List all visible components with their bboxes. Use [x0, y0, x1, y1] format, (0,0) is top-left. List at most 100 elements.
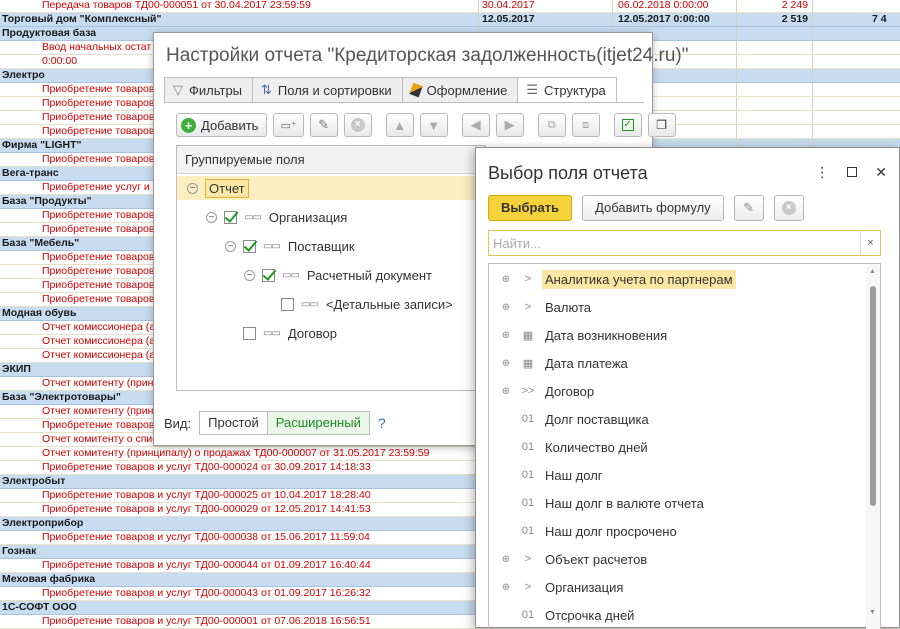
- edit-button[interactable]: ✎: [309, 113, 338, 137]
- field-list-item[interactable]: ⊕ >> Договор: [489, 377, 859, 405]
- tab-structure[interactable]: ☰ Структура: [517, 77, 617, 103]
- tab-label: Фильтры: [189, 82, 243, 98]
- window-button[interactable]: ❐: [647, 113, 676, 137]
- field-list-item[interactable]: 01 Количество дней: [489, 433, 859, 461]
- move-left-button[interactable]: ◀: [461, 113, 490, 137]
- expand-icon[interactable]: ⊕: [495, 274, 517, 285]
- more-icon[interactable]: ⋮: [815, 164, 829, 181]
- report-cell: Торговый дом "Комплексный": [2, 13, 162, 25]
- field-list-item[interactable]: ⊕ > Объект расчетов: [489, 545, 859, 573]
- pencil-icon: ✎: [318, 117, 330, 132]
- delete-button[interactable]: ×: [343, 113, 372, 137]
- clear-search-icon[interactable]: ×: [860, 231, 880, 255]
- tree-row[interactable]: − Отчет: [177, 176, 485, 200]
- tab-divider: [164, 102, 644, 103]
- expand-icon[interactable]: ⊕: [495, 302, 517, 313]
- ungroup-button[interactable]: ⧈: [571, 113, 600, 137]
- report-cell: Приобретение товаров и услуг ТД00-000038…: [42, 531, 370, 543]
- scroll-down-icon[interactable]: ▼: [869, 609, 876, 616]
- report-cell: Приобретение товаров: [42, 209, 155, 221]
- view-mode: Вид: Простой Расширенный ?: [164, 411, 386, 435]
- tree-row[interactable]: ▭▭ Договор: [177, 321, 485, 345]
- column-divider: [812, 41, 813, 54]
- scroll-up-icon[interactable]: ▲: [869, 268, 876, 275]
- report-group-row[interactable]: Торговый дом "Комплексный" 12.05.2017 12.0…: [0, 13, 900, 27]
- help-icon[interactable]: ?: [378, 415, 386, 431]
- edit-formula-button[interactable]: ✎: [733, 195, 764, 221]
- tree-checkbox[interactable]: [243, 326, 256, 340]
- select-button[interactable]: Выбрать: [488, 195, 573, 221]
- delete-formula-button[interactable]: ×: [773, 195, 804, 221]
- scrollbar[interactable]: ▲ ▼: [866, 264, 880, 629]
- dialog-title: Выбор поля отчета: [488, 163, 648, 183]
- field-type-icon: ▦: [522, 357, 534, 370]
- move-down-button[interactable]: ▼: [419, 113, 448, 137]
- tree-row[interactable]: ▭▭ <Детальные записи>: [177, 292, 485, 316]
- tree-row-label: Расчетный документ: [306, 267, 432, 283]
- move-up-button[interactable]: ▲: [385, 113, 414, 137]
- delete-icon: ×: [350, 118, 365, 132]
- search-box: ×: [488, 230, 881, 256]
- tree-checkbox[interactable]: [224, 210, 237, 224]
- field-list-item[interactable]: ⊕ > Валюта: [489, 293, 859, 321]
- collapse-icon[interactable]: −: [187, 182, 198, 194]
- structure-tree: Группируемые поля − Отчет − ▭▭ Организация − ▭…: [176, 145, 486, 391]
- add-grouping-button[interactable]: ▭⁺: [273, 113, 304, 137]
- tab-fields-sorting[interactable]: ⇅ Поля и сортировки: [252, 77, 402, 103]
- collapse-icon[interactable]: −: [206, 211, 217, 223]
- move-right-button[interactable]: ▶: [495, 113, 524, 137]
- collapse-icon[interactable]: −: [225, 240, 236, 252]
- report-cell: База "Электротовары": [2, 391, 121, 403]
- field-list-item-label: Объект расчетов: [545, 551, 648, 567]
- collapse-icon[interactable]: −: [244, 269, 255, 281]
- field-list-item[interactable]: 01 Наш долг просрочено: [489, 517, 859, 545]
- expand-icon[interactable]: ⊕: [495, 554, 517, 565]
- field-list-item[interactable]: 01 Отсрочка дней: [489, 601, 859, 629]
- tree-checkbox[interactable]: [243, 239, 256, 253]
- settings-title: Настройки отчета "Кредиторская задолженн…: [166, 45, 689, 66]
- expand-icon[interactable]: ⊕: [495, 358, 517, 369]
- add-button[interactable]: + Добавить: [176, 113, 268, 137]
- expand-icon[interactable]: ⊕: [495, 330, 517, 341]
- tree-checkbox[interactable]: [262, 268, 275, 282]
- field-list-item[interactable]: ⊕ ▦ Дата возникновения: [489, 321, 859, 349]
- report-detail-row[interactable]: Передача товаров ТД00-000051 от 30.04.20…: [0, 0, 900, 13]
- field-list-item[interactable]: 01 Наш долг: [489, 461, 859, 489]
- scroll-thumb[interactable]: [870, 286, 876, 506]
- report-cell: Электроприбор: [2, 517, 84, 529]
- column-divider: [736, 97, 737, 110]
- tree-row[interactable]: − ▭▭ Организация: [177, 205, 485, 229]
- arrow-left-icon: ◀: [470, 117, 481, 132]
- report-cell: Электро: [2, 69, 45, 81]
- expand-icon[interactable]: ⊕: [495, 582, 517, 593]
- field-list-item[interactable]: 01 Долг поставщика: [489, 405, 859, 433]
- report-cell: Меховая фабрика: [2, 573, 96, 585]
- close-icon[interactable]: ✕: [875, 164, 887, 181]
- sort-fields-icon: ⇅: [261, 82, 272, 97]
- tree-row[interactable]: − ▭▭ Расчетный документ: [177, 263, 485, 287]
- report-cell: База "Мебель": [2, 237, 80, 249]
- mode-extended-button[interactable]: Расширенный: [267, 411, 370, 435]
- field-list-item[interactable]: ⊕ > Организация: [489, 573, 859, 601]
- report-cell: Отчет комитенту (прин: [42, 377, 154, 389]
- field-list-item[interactable]: ⊕ > Аналитика учета по партнерам: [489, 265, 859, 293]
- tree-row-label: Организация: [268, 209, 348, 225]
- tab-appearance[interactable]: Оформление: [401, 77, 518, 103]
- filter-icon: ▽: [173, 82, 183, 97]
- maximize-icon[interactable]: [847, 167, 858, 177]
- tree-row[interactable]: − ▭▭ Поставщик: [177, 234, 485, 258]
- mode-simple-button[interactable]: Простой: [199, 411, 268, 435]
- search-input[interactable]: [489, 231, 849, 255]
- expand-icon[interactable]: ⊕: [495, 386, 517, 397]
- tab-filters[interactable]: ▽ Фильтры: [164, 77, 253, 103]
- field-list-item-label: Организация: [545, 579, 624, 595]
- group-button[interactable]: ⧉: [537, 113, 566, 137]
- plus-icon: +: [181, 117, 196, 133]
- tab-label: Структура: [544, 82, 606, 98]
- tree-checkbox[interactable]: [281, 297, 294, 311]
- report-cell: Приобретение товаров: [42, 223, 155, 235]
- add-formula-button[interactable]: Добавить формулу: [582, 195, 724, 221]
- field-list-item[interactable]: ⊕ ▦ Дата платежа: [489, 349, 859, 377]
- field-list-item[interactable]: 01 Наш долг в валюте отчета: [489, 489, 859, 517]
- check-all-button[interactable]: ✓: [613, 113, 642, 137]
